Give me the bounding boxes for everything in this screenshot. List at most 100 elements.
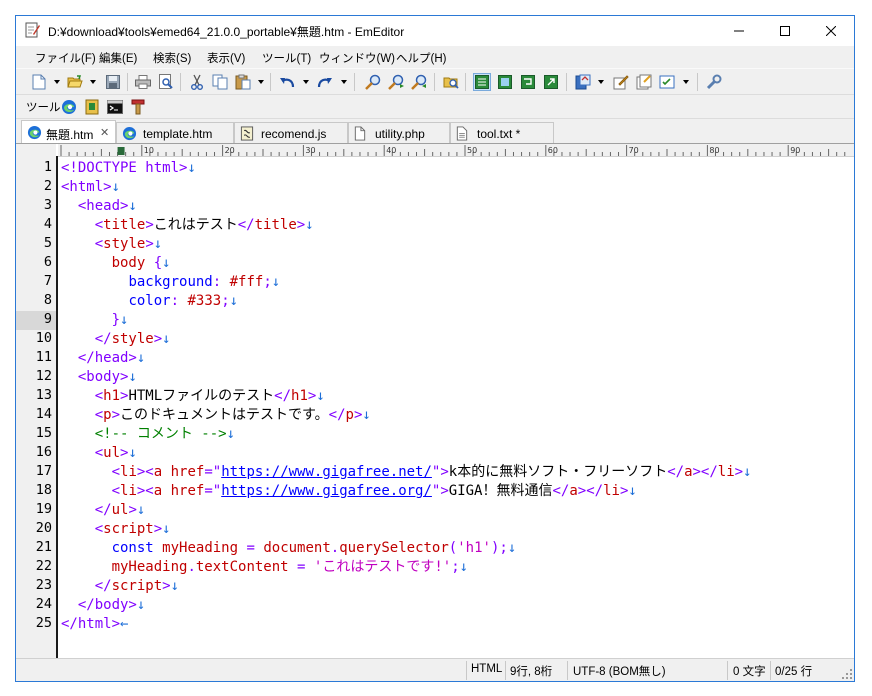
menu-file[interactable]: ファイル(F) <box>35 50 96 66</box>
find-previous-button[interactable] <box>410 73 428 91</box>
line-number: 13 <box>35 387 52 403</box>
line-end-mark: ↓ <box>136 350 146 366</box>
code-token: > <box>162 578 171 594</box>
code-line: <li><a href="https://www.gigafree.net/">… <box>61 463 752 482</box>
text-editor[interactable]: 10 20 30 40 50 60 70 80 90 1 2 3 4 5 6 7 8 9 10 11 12 13 14 15… <box>16 143 854 659</box>
macro-select-button[interactable] <box>658 73 676 91</box>
toggle-view-2-button[interactable] <box>496 73 514 91</box>
title-bar: D:¥download¥tools¥emed64_21.0.0_portable… <box>16 16 854 46</box>
code-token: </html> <box>61 616 121 632</box>
code-token: > <box>153 331 163 347</box>
find-button[interactable] <box>364 73 382 91</box>
code-token: </head> <box>77 350 137 366</box>
line-end-mark: ↓ <box>743 464 752 480</box>
status-syntax-mode[interactable]: HTML <box>471 663 502 675</box>
code-token: style <box>111 331 154 347</box>
status-bar: HTML 9行, 8桁 UTF-8 (BOM無し) 0 文字 0/25 行 <box>16 658 854 681</box>
resize-grip-icon[interactable] <box>842 669 852 679</box>
configuration-dropdown-arrow[interactable] <box>598 80 604 84</box>
menu-window[interactable]: ウィンドウ(W) <box>319 50 395 66</box>
macro-dropdown-arrow[interactable] <box>683 80 689 84</box>
paste-dropdown-arrow[interactable] <box>258 80 264 84</box>
ruler-label: 90 <box>790 146 800 155</box>
customize-button[interactable] <box>612 73 630 91</box>
redo-dropdown-arrow[interactable] <box>341 80 347 84</box>
find-next-button[interactable] <box>387 73 405 91</box>
print-button[interactable] <box>134 73 152 91</box>
status-cursor-position[interactable]: 9行, 8桁 <box>510 663 552 679</box>
find-in-files-button[interactable] <box>442 73 460 91</box>
tab-close-icon[interactable]: ✕ <box>100 126 109 139</box>
menu-edit[interactable]: 編集(E) <box>99 50 137 66</box>
line-number: 12 <box>35 368 52 384</box>
copy-button[interactable] <box>211 73 229 91</box>
code-token: querySelector <box>339 540 449 556</box>
configuration-button[interactable] <box>574 73 592 91</box>
toolbar-separator <box>270 73 271 91</box>
tab-utility-php[interactable]: utility.php <box>348 122 450 144</box>
toggle-view-4-button[interactable] <box>542 73 560 91</box>
tab-tool-txt[interactable]: tool.txt * <box>450 122 554 144</box>
cut-button[interactable] <box>188 73 206 91</box>
redo-button[interactable] <box>316 73 334 91</box>
new-file-button[interactable] <box>30 73 48 91</box>
plugin-tools-button[interactable] <box>705 73 723 91</box>
wrap-view-icon <box>521 75 535 89</box>
minimize-button[interactable] <box>716 16 762 46</box>
tool-external-button[interactable] <box>129 98 147 116</box>
code-line: <h1>HTMLファイルのテスト</h1>↓ <box>61 387 325 406</box>
menu-tools[interactable]: ツール(T) <box>262 50 311 66</box>
hammer-icon <box>131 99 145 115</box>
code-token: a <box>569 483 578 499</box>
undo-button[interactable] <box>278 73 296 91</box>
tool-notepad-button[interactable] <box>83 98 101 116</box>
open-file-dropdown-arrow[interactable] <box>90 80 96 84</box>
line-number: 20 <box>35 520 52 536</box>
ruler-label: 10 <box>144 146 154 155</box>
print-preview-button[interactable] <box>157 73 175 91</box>
paste-button[interactable] <box>234 73 252 91</box>
line-end-mark: ↓ <box>507 540 517 556</box>
code-line: <style>↓ <box>61 235 162 254</box>
code-token: <head> <box>77 198 129 214</box>
line-end-mark: ↓ <box>136 502 146 518</box>
properties-button[interactable] <box>635 73 653 91</box>
undo-arrow-icon <box>280 78 295 88</box>
line-number: 7 <box>43 273 52 289</box>
status-encoding[interactable]: UTF-8 (BOM無し) <box>573 663 666 679</box>
open-file-button[interactable] <box>66 73 84 91</box>
line-number: 15 <box>35 425 52 441</box>
toggle-view-1-button[interactable] <box>473 73 491 91</box>
tab-untitled-htm[interactable]: 無題.htm ✕ <box>21 120 116 144</box>
code-token: : <box>212 274 222 290</box>
new-file-dropdown-arrow[interactable] <box>54 80 60 84</box>
line-end-mark: ↓ <box>128 198 137 214</box>
maximize-button[interactable] <box>762 16 808 46</box>
code-line: <title>これはテスト</title>↓ <box>61 216 314 235</box>
tab-recomend-js[interactable]: recomend.js <box>234 122 348 144</box>
menu-help[interactable]: ヘルプ(H) <box>396 50 446 66</box>
code-token: "> <box>431 464 449 480</box>
menu-view[interactable]: 表示(V) <box>207 50 245 66</box>
line-end-mark: ↓ <box>187 160 196 176</box>
code-line: </script>↓ <box>61 577 179 596</box>
code-token: >< <box>136 483 154 499</box>
tab-template-htm[interactable]: template.htm <box>116 122 234 144</box>
tool-browser-button[interactable] <box>60 98 78 116</box>
save-button[interactable] <box>104 73 122 91</box>
code-token: li <box>603 483 620 499</box>
tool-command-prompt-button[interactable] <box>106 98 124 116</box>
menu-search[interactable]: 検索(S) <box>153 50 191 66</box>
code-token: li <box>120 483 137 499</box>
close-window-button[interactable] <box>808 16 854 46</box>
toggle-view-3-button[interactable] <box>519 73 537 91</box>
code-line: body {↓ <box>61 254 171 273</box>
undo-dropdown-arrow[interactable] <box>303 80 309 84</box>
code-token: h1 <box>103 388 121 404</box>
line-number: 5 <box>43 235 52 251</box>
ruler-label: 60 <box>548 146 558 155</box>
